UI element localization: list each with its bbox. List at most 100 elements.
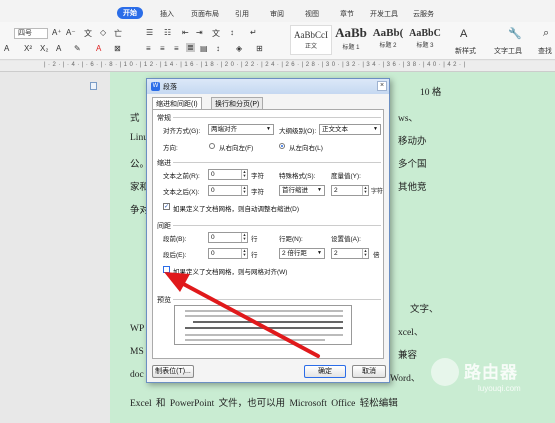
indent-before-label: 文本之前(R):	[163, 173, 200, 180]
tab-line-page-breaks[interactable]: 换行和分页(P)	[211, 97, 264, 109]
indent-after-unit[interactable]: 字符	[251, 186, 264, 196]
spinner-icon[interactable]: ▲ ▼	[241, 186, 247, 195]
align-right-icon[interactable]: ≡	[174, 44, 179, 53]
increase-indent-icon[interactable]: ⇥	[196, 28, 203, 37]
text-effect-icon[interactable]: A	[56, 44, 61, 53]
outline-level-select[interactable]: 正文文本 ▼	[319, 124, 381, 135]
find-icon[interactable]: ⌕	[543, 27, 549, 40]
style-heading-1[interactable]: AaBb 标题 1	[333, 25, 369, 55]
subscript-icon[interactable]: X₂	[40, 44, 48, 53]
space-after-label: 段后(E):	[163, 252, 187, 259]
tabs-button[interactable]: 制表位(T)...	[152, 365, 194, 378]
close-button[interactable]: ×	[377, 81, 387, 91]
space-after-input[interactable]: 0 ▲ ▼	[208, 248, 248, 259]
clear-format-icon[interactable]: ◇	[100, 28, 106, 37]
space-before-input[interactable]: 0 ▲ ▼	[208, 232, 248, 243]
doc-text: 文字、	[410, 305, 439, 315]
superscript-icon[interactable]: X²	[24, 44, 32, 53]
align-center-icon[interactable]: ≡	[160, 44, 165, 53]
tab-review[interactable]: 审阅	[270, 9, 284, 19]
measure-value: 2	[334, 187, 338, 194]
font-color-icon[interactable]: A	[96, 44, 101, 53]
spinner-icon[interactable]: ▲ ▼	[241, 170, 247, 179]
snap-to-grid-checkbox[interactable]	[163, 266, 170, 273]
doc-text: MS	[130, 347, 144, 357]
spinner-icon[interactable]: ▲ ▼	[241, 249, 247, 258]
tab-developer[interactable]: 开发工具	[370, 9, 398, 19]
special-format-select[interactable]: 首行缩进 ▼	[279, 185, 325, 196]
font-shrink-icon[interactable]: A⁻	[66, 28, 76, 37]
tab-insert[interactable]: 插入	[160, 9, 174, 19]
spinner-icon[interactable]: ▲ ▼	[362, 186, 368, 195]
tab-home[interactable]: 开始	[117, 7, 143, 19]
setting-value-label: 设置值(A):	[331, 236, 361, 243]
space-after-unit[interactable]: 行	[251, 249, 258, 259]
text-tools-button[interactable]: 文字工具	[494, 46, 522, 56]
indent-after-input[interactable]: 0 ▲ ▼	[208, 185, 248, 196]
setting-value-input[interactable]: 2 ▲ ▼	[331, 248, 369, 259]
numbered-list-icon[interactable]: ☷	[164, 28, 171, 37]
borders-icon[interactable]: ⊞	[256, 44, 263, 53]
tab-view[interactable]: 视图	[305, 9, 319, 19]
preview-line	[185, 327, 343, 329]
find-button[interactable]: 查找	[538, 46, 552, 56]
style-heading-3[interactable]: AaBbC 标题 3	[407, 25, 443, 55]
bullet-list-icon[interactable]: ☰	[146, 28, 153, 37]
auto-adjust-checkbox[interactable]: ✓	[163, 203, 170, 210]
tab-section[interactable]: 章节	[340, 9, 354, 19]
align-left-icon[interactable]: ≡	[146, 44, 151, 53]
decrease-indent-icon[interactable]: ⇤	[182, 28, 189, 37]
doc-text: xcel、	[398, 328, 424, 338]
indent-before-value: 0	[211, 171, 215, 178]
align-justify-icon[interactable]: ≣	[186, 43, 195, 52]
sort-icon[interactable]: ↕	[230, 28, 234, 37]
new-style-button[interactable]: 新样式	[455, 46, 476, 56]
watermark-url: luyouqi.com	[478, 384, 521, 393]
alignment-select[interactable]: 两端对齐 ▼	[208, 124, 274, 135]
ok-button[interactable]: 确定	[304, 365, 346, 378]
direction-label: 方向:	[163, 145, 178, 152]
indent-before-input[interactable]: 0 ▲ ▼	[208, 169, 248, 180]
measure-input[interactable]: 2 ▲ ▼	[331, 185, 369, 196]
style-normal-sample: AaBbCcI	[294, 30, 328, 40]
font-grow-icon[interactable]: A⁺	[52, 28, 62, 37]
show-marks-icon[interactable]: ↵	[250, 28, 257, 37]
space-before-unit[interactable]: 行	[251, 233, 258, 243]
tab-cloud[interactable]: 云服务	[413, 9, 434, 19]
ruler-ticks: |·2·|·4·|·6·|·8·|10·|12·|14·|16·|18·|20·…	[44, 62, 468, 68]
font-size-select[interactable]: 四号	[14, 28, 48, 39]
line-spacing-select[interactable]: 2 倍行距 ▼	[279, 248, 325, 259]
shading-icon[interactable]: ◈	[236, 44, 242, 53]
highlight-icon[interactable]: ✎	[74, 44, 81, 53]
distributed-icon[interactable]: ▤	[200, 44, 208, 53]
doc-text: 10 格	[420, 88, 442, 98]
radio-rtl[interactable]	[209, 143, 215, 149]
tab-references[interactable]: 引用	[235, 9, 249, 19]
style-normal[interactable]: AaBbCcI 正文	[290, 25, 332, 55]
indent-before-unit[interactable]: 字符	[251, 170, 264, 180]
paragraph-preview	[174, 305, 352, 345]
strikethrough-icon[interactable]: A	[4, 44, 9, 53]
divider	[173, 117, 381, 118]
radio-ltr[interactable]	[279, 143, 285, 149]
spinner-icon[interactable]: ▲ ▼	[241, 233, 247, 242]
new-style-icon[interactable]: A	[460, 28, 467, 40]
line-spacing-label: 行距(N):	[279, 236, 303, 243]
chinese-layout-icon[interactable]: 文	[212, 28, 220, 39]
outline-level-label: 大纲级别(O):	[279, 128, 317, 135]
space-after-value: 0	[211, 250, 215, 257]
measure-unit[interactable]: 字符	[371, 186, 383, 195]
style-heading-3-label: 标题 3	[416, 43, 434, 49]
line-spacing-icon[interactable]: ↕	[216, 44, 220, 53]
style-heading-2[interactable]: AaBb( 标题 2	[370, 25, 406, 55]
horizontal-ruler[interactable]: |·2·|·4·|·6·|·8·|10·|12·|14·|16·|18·|20·…	[0, 61, 555, 72]
char-border-icon[interactable]: 亡	[114, 28, 122, 39]
divider	[173, 299, 381, 300]
cancel-button[interactable]: 取消	[352, 365, 386, 378]
wrench-icon[interactable]: 🔧	[508, 27, 522, 40]
phonetic-icon[interactable]: 文	[84, 28, 92, 39]
tab-page-layout[interactable]: 页面布局	[191, 9, 219, 19]
spinner-icon[interactable]: ▲ ▼	[362, 249, 368, 258]
dialog-titlebar[interactable]: W 段落 ×	[147, 79, 389, 94]
char-shading-icon[interactable]: ⊠	[114, 44, 121, 53]
